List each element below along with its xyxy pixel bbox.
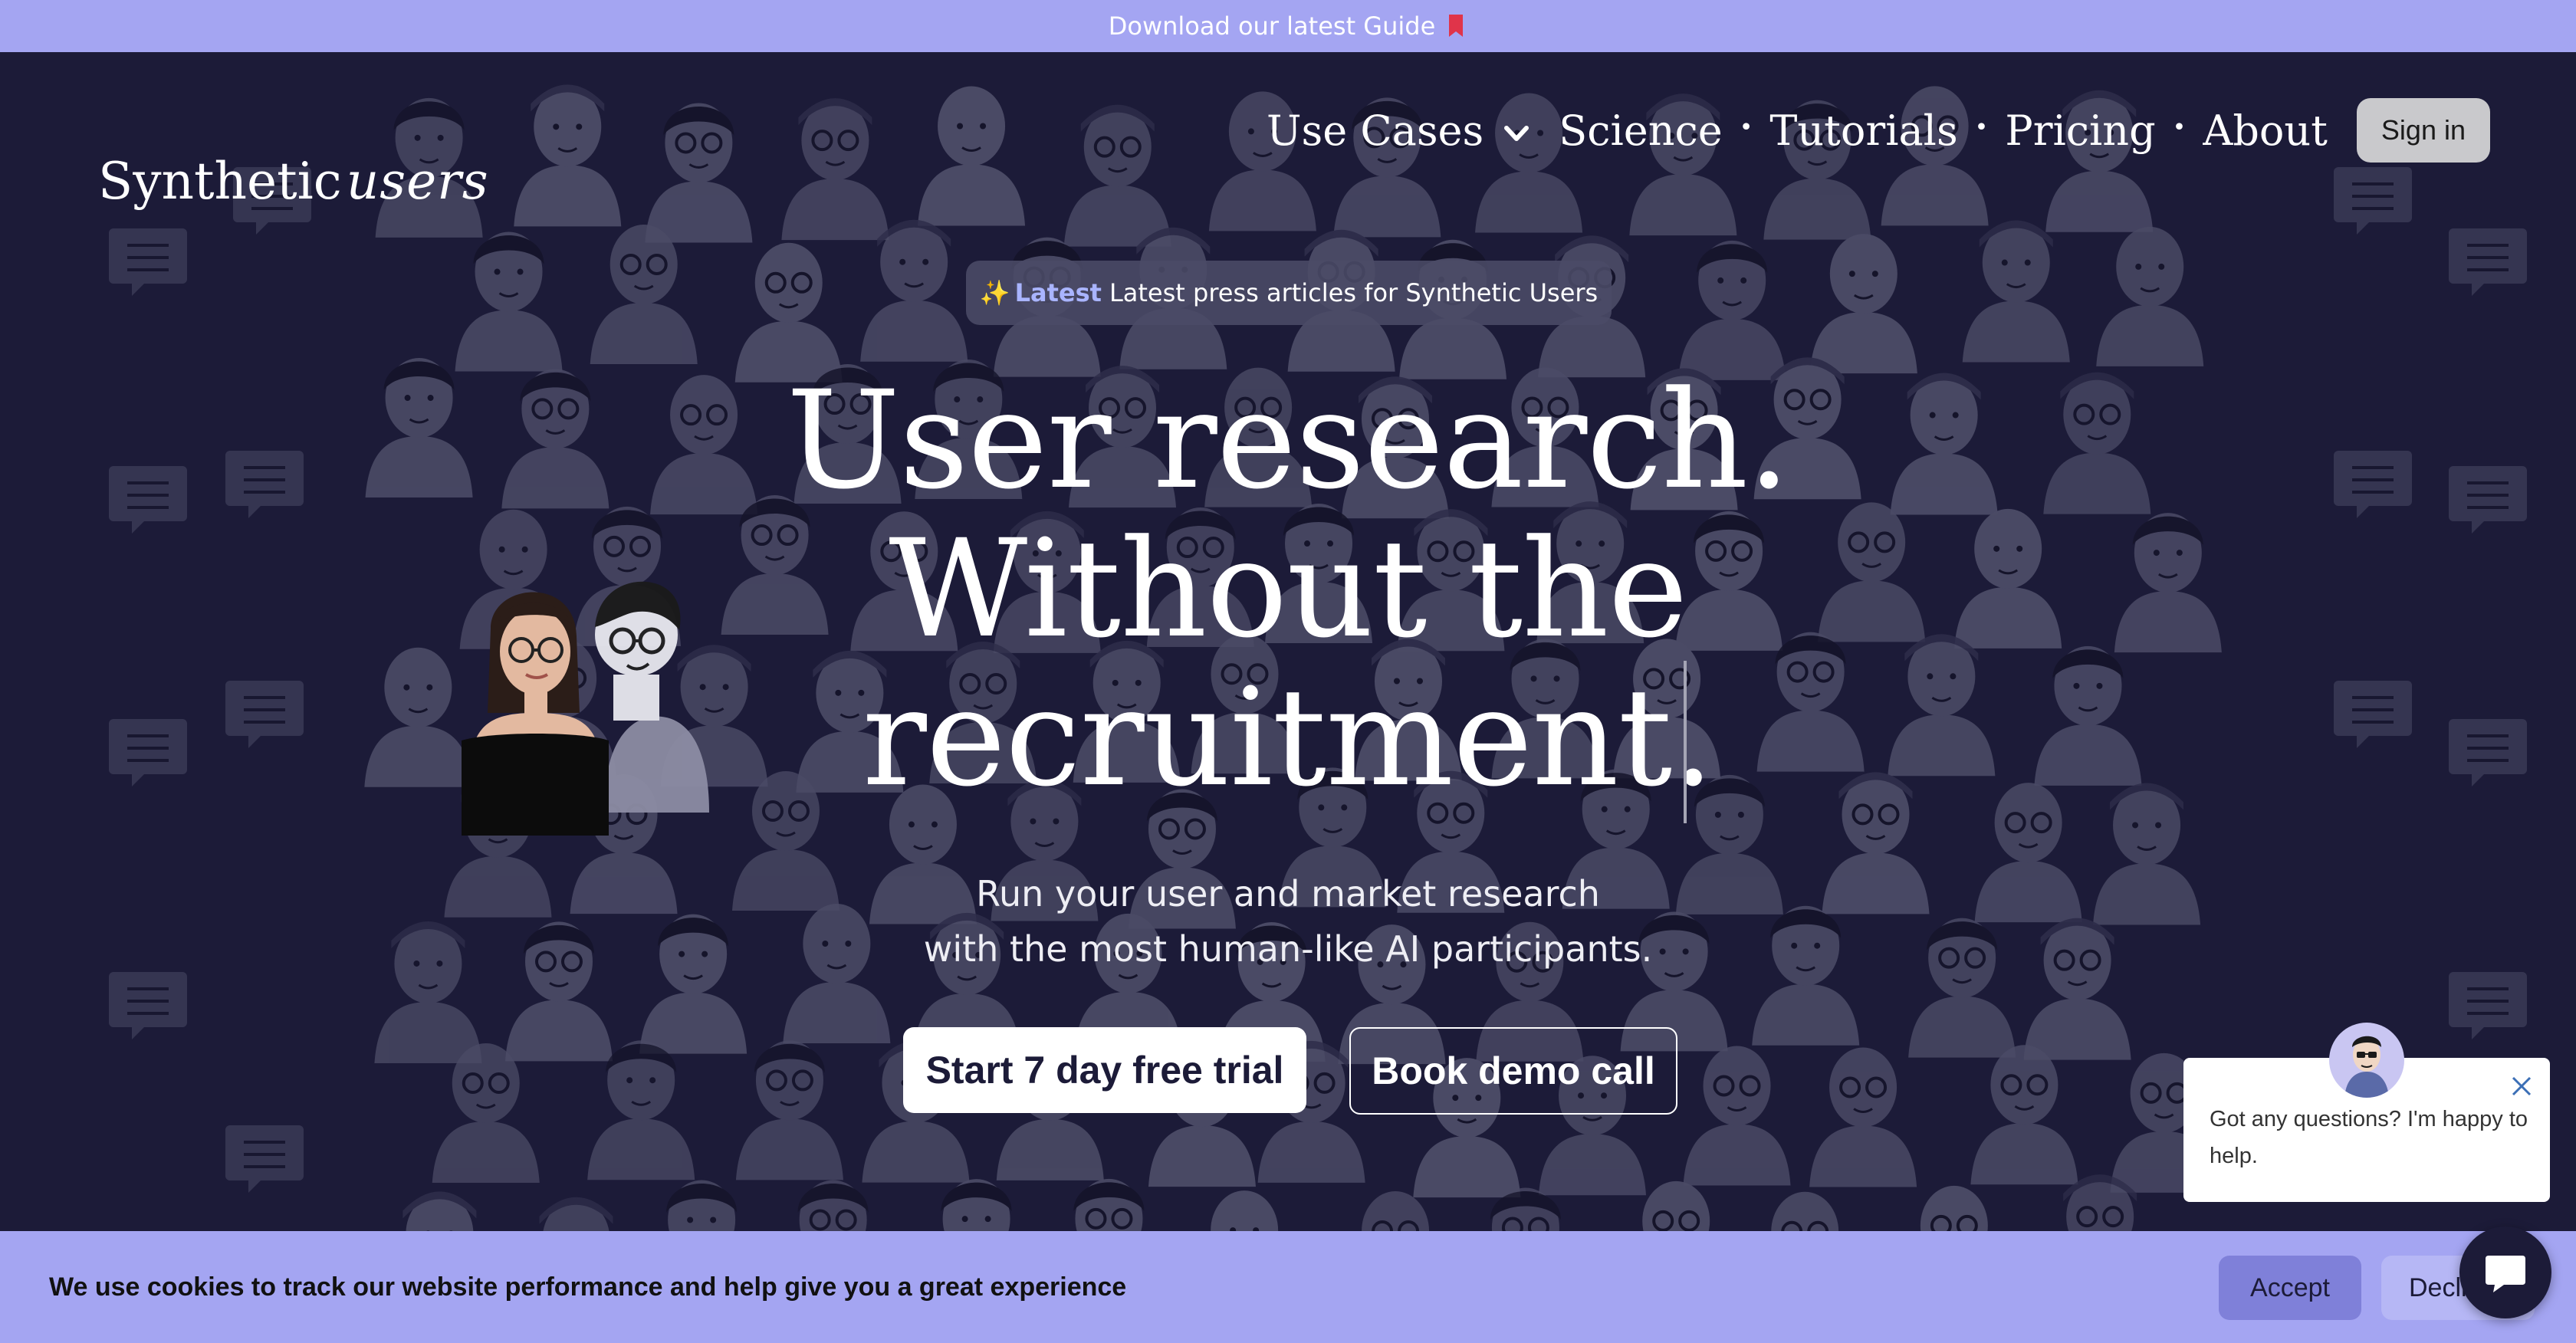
press-tag: Latest xyxy=(1014,278,1102,307)
chevron-down-icon[interactable] xyxy=(1502,119,1531,148)
press-announcement[interactable]: ✨ Latest Latest press articles for Synth… xyxy=(966,261,1612,325)
subtitle-line: Run your user and market research xyxy=(976,873,1600,914)
chat-message: Got any questions? I'm happy to help. xyxy=(2210,1107,2528,1168)
nav-pricing[interactable]: Pricing xyxy=(2005,107,2155,155)
main-nav: Use Cases Science • Tutorials • Pricing … xyxy=(1267,98,2490,163)
nav-separator: • xyxy=(1974,113,1989,141)
chat-agent-avatar xyxy=(2329,1023,2404,1098)
nav-tutorials[interactable]: Tutorials xyxy=(1769,107,1957,155)
nav-science[interactable]: Science xyxy=(1559,107,1722,155)
accept-cookies-button[interactable]: Accept xyxy=(2219,1256,2361,1320)
cookie-message: We use cookies to track our website perf… xyxy=(49,1272,1127,1302)
logo-script: users xyxy=(346,152,489,211)
chat-bubble-icon xyxy=(2486,1256,2525,1292)
sparkle-icon: ✨ xyxy=(979,278,1010,307)
nav-use-cases[interactable]: Use Cases xyxy=(1267,107,1484,155)
sign-in-button[interactable]: Sign in xyxy=(2356,98,2490,163)
bookmark-icon xyxy=(1449,15,1464,37)
nav-separator: • xyxy=(2172,113,2187,141)
logo-text: Synthetic xyxy=(98,152,342,211)
chat-launcher-button[interactable] xyxy=(2459,1226,2551,1318)
nav-about[interactable]: About xyxy=(2203,107,2328,155)
nav-separator: • xyxy=(1739,113,1753,141)
promo-banner[interactable]: Download our latest Guide xyxy=(0,0,2576,52)
logo[interactable]: Syntheticusers xyxy=(98,152,489,211)
hero-title-line: recruitment. xyxy=(862,659,1714,816)
hero-title-line: Without the xyxy=(889,511,1687,668)
subtitle-line: with the most human-like AI participants… xyxy=(923,928,1653,970)
cookie-banner: We use cookies to track our website perf… xyxy=(0,1231,2576,1343)
promo-text[interactable]: Download our latest Guide xyxy=(1109,11,1436,41)
hero-subtitle: Run your user and market research with t… xyxy=(0,866,2576,977)
hero-title: User research. Without the recruitment. xyxy=(0,366,2576,813)
hero-title-line: User research. xyxy=(786,362,1791,519)
close-icon[interactable] xyxy=(2509,1073,2535,1099)
book-demo-button[interactable]: Book demo call xyxy=(1349,1027,1677,1115)
press-text: Latest press articles for Synthetic User… xyxy=(1109,278,1598,307)
text-cursor xyxy=(1684,661,1687,823)
start-trial-button[interactable]: Start 7 day free trial xyxy=(903,1027,1306,1113)
